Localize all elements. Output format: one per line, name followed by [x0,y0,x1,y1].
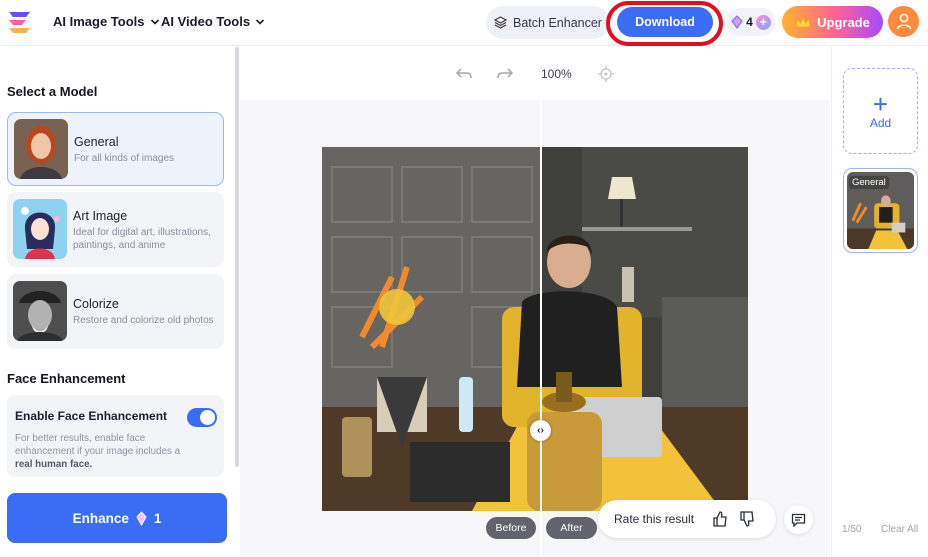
model-art-image[interactable]: Art Image Ideal for digital art, illustr… [7,192,224,267]
image-thumbnail[interactable]: General [843,168,918,253]
enhance-cost: 1 [153,510,162,526]
canvas-toolbar [240,47,830,100]
add-image-button[interactable]: + Add [843,68,918,154]
model-desc: For all kinds of images [74,153,175,164]
recenter-icon[interactable] [597,66,615,82]
model-desc: Restore and colorize old photos [73,315,214,326]
face-desc-text: For better results, enable face enhancem… [15,433,181,457]
face-desc-bold: real human face. [15,459,93,470]
batch-enhancer-button[interactable]: Batch Enhancer [486,6,610,39]
model-name: General [74,135,119,149]
colorize-model-thumbnail [13,281,67,341]
upgrade-button[interactable]: Upgrade [782,6,883,38]
credits-count: 4 [746,15,753,29]
before-label: Before [486,517,536,539]
ai-image-tools-menu[interactable]: AI Image Tools [53,14,160,29]
download-button[interactable]: Download [617,7,713,37]
zoom-level[interactable]: 100% [541,67,572,81]
compare-slider-handle[interactable]: ‹› [530,420,551,441]
ai-video-tools-label: AI Video Tools [161,14,251,29]
rate-result-label: Rate this result [614,512,695,526]
batch-enhancer-label: Batch Enhancer [513,15,602,30]
face-enhancement-description: For better results, enable face enhancem… [15,432,195,471]
thumbs-up-icon[interactable] [712,511,728,527]
enhance-button[interactable]: Enhance 1 [7,493,227,543]
undo-icon[interactable] [455,66,473,82]
thumbnail-model-tag: General [849,176,889,189]
chevron-down-icon [150,18,159,25]
thumbnail-preview: General [847,172,914,249]
app-logo[interactable] [6,9,38,35]
face-enhancement-card: Enable Face Enhancement For better resul… [7,395,224,477]
gem-icon [731,15,743,29]
clear-all-button[interactable]: Clear All [881,524,918,535]
model-name: Colorize [73,297,119,311]
ai-video-tools-menu[interactable]: AI Video Tools [161,14,265,29]
enhance-label: Enhance [72,510,129,526]
add-label: Add [869,116,892,130]
user-icon [896,13,911,30]
model-desc: Ideal for digital art, illustrations, pa… [73,227,211,251]
thumbs-down-icon[interactable] [739,511,755,527]
art-model-thumbnail [13,199,67,259]
add-credits-icon[interactable]: + [755,14,771,30]
model-colorize[interactable]: Colorize Restore and colorize old photos [7,274,224,349]
compare-divider[interactable] [540,102,542,557]
after-label: After [546,517,597,539]
sidebar-scrollbar[interactable] [235,47,239,467]
chat-icon [791,513,806,527]
gem-icon [136,510,147,526]
model-general[interactable]: General For all kinds of images [7,112,224,186]
credits-badge[interactable]: 4 + [726,8,776,36]
select-model-title: Select a Model [7,84,98,99]
ai-image-tools-label: AI Image Tools [53,14,145,29]
face-toggle-label: Enable Face Enhancement [15,409,168,423]
layers-icon [494,16,508,29]
feedback-button[interactable] [784,505,813,534]
face-enhancement-toggle[interactable] [187,408,217,427]
user-avatar[interactable] [888,6,919,37]
upgrade-label: Upgrade [817,14,870,30]
crown-icon [795,16,811,27]
redo-icon[interactable] [496,66,514,82]
chevron-down-icon [256,18,265,25]
model-name: Art Image [73,209,128,223]
plus-icon: + [872,89,889,119]
image-count: 1/50 [842,524,862,535]
general-model-thumbnail [14,119,68,179]
face-enhancement-title: Face Enhancement [7,371,126,386]
compare-image[interactable] [322,147,748,511]
